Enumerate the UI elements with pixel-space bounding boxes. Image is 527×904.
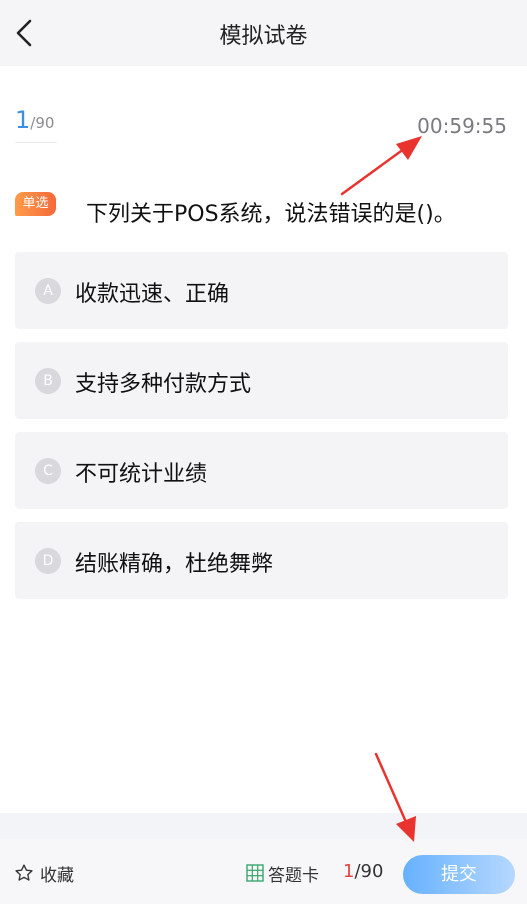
- option-letter: B: [35, 368, 61, 394]
- option-c[interactable]: C 不可统计业绩: [15, 432, 508, 509]
- option-text: 收款迅速、正确: [75, 282, 230, 307]
- option-letter: C: [35, 458, 61, 484]
- submit-button[interactable]: 提交: [403, 855, 515, 894]
- option-b[interactable]: B 支持多种付款方式: [15, 342, 508, 419]
- option-text: 支持多种付款方式: [75, 372, 252, 397]
- option-letter: A: [35, 278, 61, 304]
- app-header: 模拟试卷: [0, 0, 527, 66]
- annotation-arrow-icon: [340, 136, 422, 196]
- option-text: 结账精确，杜绝舞弊: [75, 552, 274, 577]
- progress-current: 1: [15, 106, 31, 134]
- answer-card-button[interactable]: 答题卡: [246, 862, 319, 886]
- answer-card-label: 答题卡: [268, 865, 319, 886]
- annotation-arrow-icon: [374, 752, 416, 842]
- grid-icon: [246, 864, 264, 882]
- option-letter: D: [35, 548, 61, 574]
- option-a[interactable]: A 收款迅速、正确: [15, 252, 508, 329]
- counter-total: /90: [354, 861, 384, 882]
- option-text: 不可统计业绩: [75, 462, 208, 487]
- option-d[interactable]: D 结账精确，杜绝舞弊: [15, 522, 508, 599]
- bottom-toolbar: 收藏 答题卡 1/90 提交: [0, 839, 527, 904]
- page-title: 模拟试卷: [219, 24, 308, 49]
- question-counter: 1/90: [343, 861, 383, 882]
- footer-divider: [0, 813, 527, 839]
- favorite-button[interactable]: 收藏: [14, 862, 74, 886]
- progress-total: /90: [30, 114, 55, 132]
- favorite-label: 收藏: [40, 865, 74, 886]
- question-type-badge: 单选: [15, 192, 56, 216]
- countdown-timer: 00:59:55: [417, 114, 507, 138]
- question-progress: 1/90: [15, 106, 57, 143]
- question-text: 下列关于POS系统，说法错误的是()。: [86, 202, 456, 227]
- star-outline-icon: [15, 864, 33, 881]
- counter-current: 1: [343, 861, 355, 882]
